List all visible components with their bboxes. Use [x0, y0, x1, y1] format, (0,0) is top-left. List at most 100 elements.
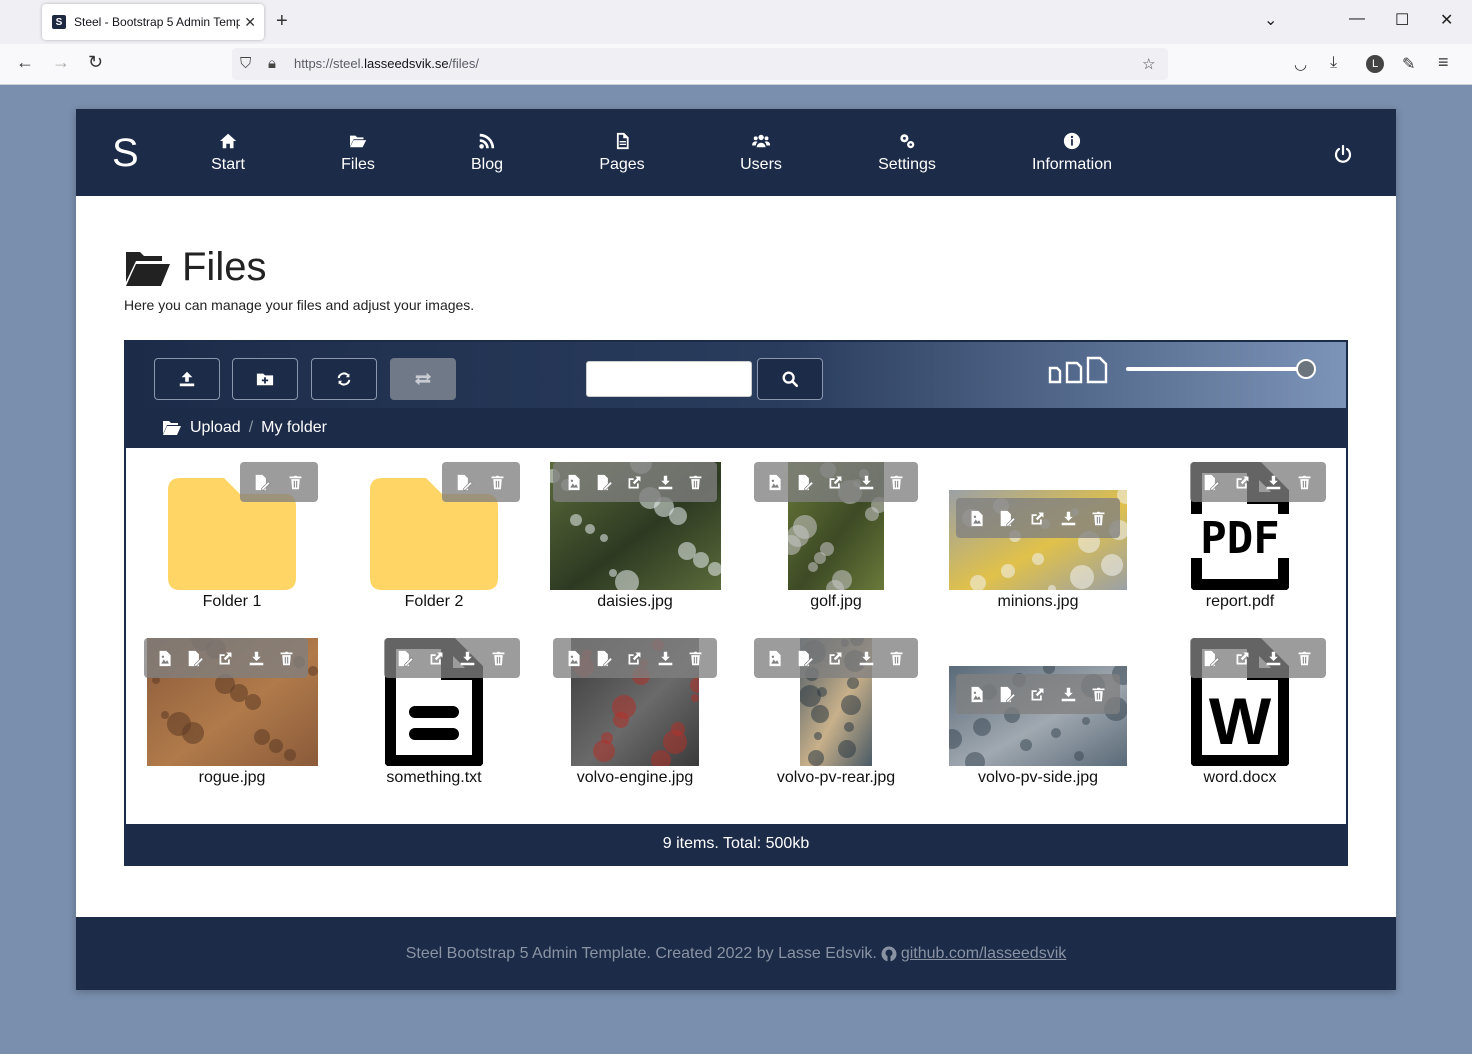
- pocket-icon[interactable]: ◡: [1294, 55, 1307, 73]
- download-icon[interactable]: [1265, 650, 1282, 667]
- nav-users[interactable]: Users: [740, 109, 782, 196]
- external-link-icon[interactable]: [1234, 650, 1251, 667]
- download-icon[interactable]: [459, 650, 476, 667]
- file-item[interactable]: golf.jpg: [736, 462, 936, 612]
- trash-icon[interactable]: [1090, 686, 1107, 703]
- image-icon[interactable]: [969, 686, 986, 703]
- new-tab-icon[interactable]: +: [276, 10, 288, 33]
- refresh-button[interactable]: [311, 358, 377, 400]
- file-item[interactable]: volvo-pv-side.jpg: [938, 638, 1138, 788]
- external-link-icon[interactable]: [827, 650, 844, 667]
- file-item[interactable]: rogue.jpg: [132, 638, 332, 788]
- trash-icon[interactable]: [888, 650, 905, 667]
- external-link-icon[interactable]: [428, 650, 445, 667]
- nav-settings[interactable]: Settings: [878, 109, 936, 196]
- file-item[interactable]: volvo-engine.jpg: [535, 638, 735, 788]
- external-link-icon[interactable]: [1029, 686, 1046, 703]
- download-icon[interactable]: [1265, 474, 1282, 491]
- edit-icon[interactable]: [999, 686, 1016, 703]
- image-icon[interactable]: [157, 650, 174, 667]
- edit-icon[interactable]: [456, 474, 473, 491]
- trash-icon[interactable]: [278, 650, 295, 667]
- brand-logo[interactable]: S: [112, 131, 139, 176]
- power-icon[interactable]: [1333, 144, 1353, 164]
- nav-files[interactable]: Files: [341, 109, 375, 196]
- image-icon[interactable]: [566, 650, 583, 667]
- close-window-icon[interactable]: ✕: [1440, 10, 1453, 30]
- trash-icon[interactable]: [687, 650, 704, 667]
- nav-start[interactable]: Start: [211, 109, 245, 196]
- edit-icon[interactable]: [797, 474, 814, 491]
- trash-icon[interactable]: [1296, 650, 1313, 667]
- download-icon[interactable]: [657, 650, 674, 667]
- external-link-icon[interactable]: [217, 650, 234, 667]
- search-input[interactable]: [586, 361, 752, 397]
- download-icon[interactable]: [657, 474, 674, 491]
- nav-information[interactable]: Information: [1032, 109, 1112, 196]
- file-item[interactable]: PDF report.pdf: [1140, 462, 1340, 612]
- external-link-icon[interactable]: [626, 650, 643, 667]
- url-bar[interactable]: ⛉ 🔒︎ https://steel.lasseedsvik.se/files/…: [232, 48, 1168, 80]
- tab-list-icon[interactable]: ⌄: [1264, 10, 1277, 30]
- edit-icon[interactable]: [1203, 650, 1220, 667]
- edit-icon[interactable]: [187, 650, 204, 667]
- breadcrumb-my-folder[interactable]: My folder: [261, 419, 327, 437]
- image-icon[interactable]: [566, 474, 583, 491]
- trash-icon[interactable]: [490, 650, 507, 667]
- edit-icon[interactable]: [397, 650, 414, 667]
- external-link-icon[interactable]: [1234, 474, 1251, 491]
- breadcrumb-upload[interactable]: Upload: [190, 419, 241, 437]
- edit-icon[interactable]: [1203, 474, 1220, 491]
- move-button[interactable]: [390, 358, 456, 400]
- account-avatar-icon[interactable]: L: [1366, 55, 1384, 73]
- external-link-icon[interactable]: [626, 474, 643, 491]
- download-icon[interactable]: [858, 474, 875, 491]
- file-item[interactable]: Folder 1: [132, 462, 332, 612]
- file-item[interactable]: Folder 2: [334, 462, 534, 612]
- reload-icon[interactable]: ↻: [88, 52, 103, 73]
- trash-icon[interactable]: [1296, 474, 1313, 491]
- menu-icon[interactable]: ≡: [1438, 52, 1449, 73]
- trash-icon[interactable]: [489, 474, 506, 491]
- file-item[interactable]: minions.jpg: [938, 462, 1138, 612]
- extension-icon[interactable]: ✎: [1402, 54, 1415, 74]
- trash-icon[interactable]: [888, 474, 905, 491]
- forward-icon[interactable]: →: [52, 52, 70, 73]
- nav-blog[interactable]: Blog: [471, 109, 503, 196]
- upload-button[interactable]: [154, 358, 220, 400]
- download-icon[interactable]: [1060, 686, 1077, 703]
- new-folder-button[interactable]: [232, 358, 298, 400]
- footer-github-link[interactable]: github.com/lasseedsvik: [901, 945, 1066, 963]
- download-icon[interactable]: [858, 650, 875, 667]
- maximize-icon[interactable]: ☐: [1395, 10, 1409, 30]
- file-item[interactable]: volvo-pv-rear.jpg: [736, 638, 936, 788]
- bookmark-star-icon[interactable]: ☆: [1142, 55, 1155, 73]
- file-item[interactable]: Wword.docx: [1140, 638, 1340, 788]
- edit-icon[interactable]: [797, 650, 814, 667]
- nav-pages[interactable]: Pages: [599, 109, 645, 196]
- trash-icon[interactable]: [687, 474, 704, 491]
- downloads-icon[interactable]: ⤓: [1330, 54, 1337, 72]
- trash-icon[interactable]: [287, 474, 304, 491]
- file-item[interactable]: something.txt: [334, 638, 534, 788]
- minimize-icon[interactable]: —: [1349, 10, 1365, 28]
- back-icon[interactable]: ←: [16, 52, 34, 73]
- file-item[interactable]: daisies.jpg: [535, 462, 735, 612]
- trash-icon[interactable]: [1090, 510, 1107, 527]
- edit-icon[interactable]: [999, 510, 1016, 527]
- image-icon[interactable]: [767, 650, 784, 667]
- download-icon[interactable]: [248, 650, 265, 667]
- external-link-icon[interactable]: [827, 474, 844, 491]
- external-link-icon[interactable]: [1029, 510, 1046, 527]
- edit-icon[interactable]: [254, 474, 271, 491]
- browser-tab[interactable]: S Steel - Bootstrap 5 Admin Temp ✕: [42, 4, 264, 40]
- download-icon[interactable]: [1060, 510, 1077, 527]
- slider-handle[interactable]: [1296, 359, 1316, 379]
- search-button[interactable]: [757, 358, 823, 400]
- tab-close-icon[interactable]: ✕: [244, 14, 256, 31]
- edit-icon[interactable]: [596, 474, 613, 491]
- thumbnail-size-slider[interactable]: [1126, 367, 1308, 371]
- image-icon[interactable]: [767, 474, 784, 491]
- image-icon[interactable]: [969, 510, 986, 527]
- edit-icon[interactable]: [596, 650, 613, 667]
